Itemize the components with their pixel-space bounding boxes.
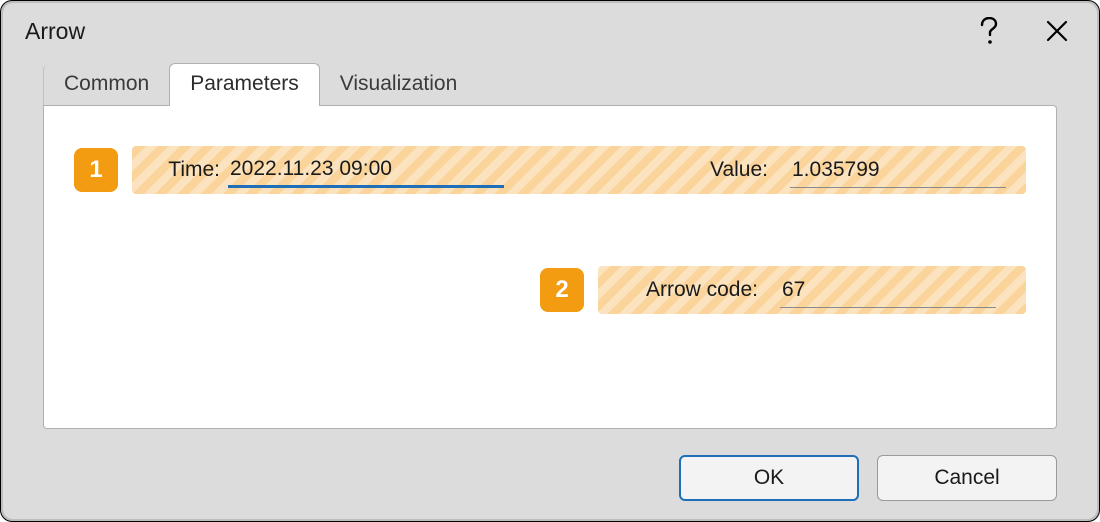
time-label: Time: <box>132 158 228 182</box>
close-icon <box>1046 20 1068 42</box>
row-time-value: 1 Time: Value: <box>74 146 1026 194</box>
help-button[interactable] <box>975 17 1003 45</box>
callout-badge-2: 2 <box>540 268 584 312</box>
value-label: Value: <box>704 158 776 182</box>
help-icon <box>980 17 998 45</box>
time-input[interactable] <box>228 152 504 188</box>
dialog-footer: OK Cancel <box>679 455 1057 501</box>
tabs: Common Parameters Visualization <box>3 59 1097 105</box>
arrow-dialog: Arrow Common Parameters Visualization <box>0 0 1100 522</box>
highlight-strip-1: Time: Value: <box>132 146 1026 194</box>
highlight-strip-2: Arrow code: <box>598 266 1026 314</box>
dialog-title: Arrow <box>25 18 85 45</box>
arrow-code-label: Arrow code: <box>598 278 766 302</box>
tab-visualization[interactable]: Visualization <box>319 63 479 106</box>
tab-common[interactable]: Common <box>43 64 170 106</box>
row-arrow-code: 2 Arrow code: <box>74 266 1026 314</box>
value-input[interactable] <box>790 152 1006 188</box>
callout-badge-1: 1 <box>74 148 118 192</box>
ok-button[interactable]: OK <box>679 455 859 501</box>
titlebar-icons <box>975 17 1071 45</box>
tab-parameters[interactable]: Parameters <box>169 63 320 106</box>
titlebar: Arrow <box>3 3 1097 59</box>
dialog-inner: Arrow Common Parameters Visualization <box>3 3 1097 519</box>
cancel-button[interactable]: Cancel <box>877 455 1057 501</box>
tab-panel-parameters: 1 Time: Value: 2 Arrow code: <box>43 105 1057 429</box>
arrow-code-input[interactable] <box>780 272 996 308</box>
close-button[interactable] <box>1043 17 1071 45</box>
